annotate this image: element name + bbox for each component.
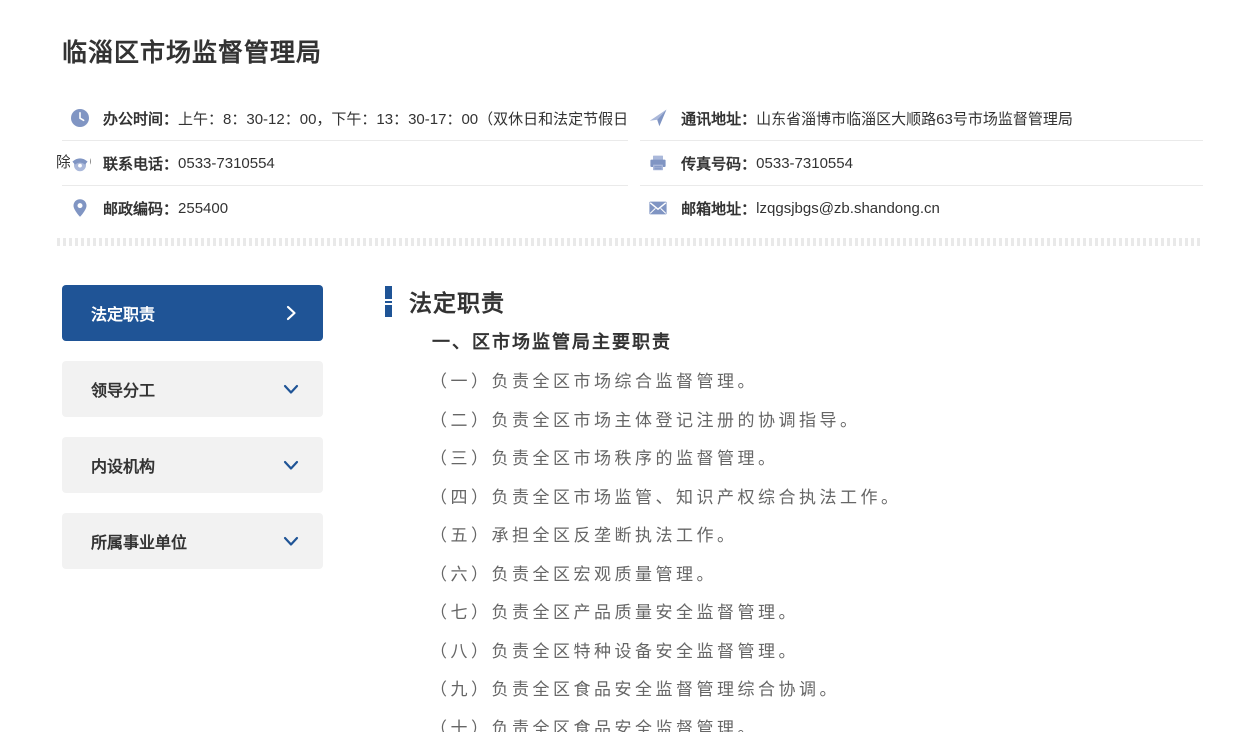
section-accent-bar-icon	[385, 285, 392, 317]
contact-value: 山东省淄博市临淄区大顺路63号市场监督管理局	[756, 110, 1073, 128]
contact-row: 办公时间： 上午：8：30-12：00，下午：13：30-17：00（双休日和法定…	[62, 96, 629, 141]
sidebar-nav: 法定职责领导分工内设机构所属事业单位	[62, 285, 323, 732]
page-title: 临淄区市场监督管理局	[62, 39, 323, 67]
duties-list: （一）负责全区市场综合监督管理。 （二）负责全区市场主体登记注册的协调指导。 （三）…	[430, 363, 1203, 732]
contact-row: 除外）联系电话：0533-7310554	[56, 141, 629, 186]
contact-row: 邮箱地址： lzqgsjbgs@zb.shandong.cn	[640, 186, 1203, 230]
contact-column-right: 通讯地址： 山东省淄博市临淄区大顺路63号市场监督管理局 传真号码： 0533-731…	[640, 96, 1203, 230]
contact-label: 邮政编码：	[103, 200, 179, 218]
duty-item: （九）负责全区食品安全监督管理综合协调。	[430, 680, 840, 699]
sidebar-item-label: 法定职责	[91, 307, 156, 324]
send-icon	[648, 108, 669, 128]
sidebar-item-2[interactable]: 领导分工	[62, 361, 323, 417]
contact-label: 传真号码：	[681, 155, 757, 173]
section-title: 法定职责	[409, 290, 505, 316]
contact-label: 邮箱地址：	[681, 200, 757, 218]
contact-value: 上午：8：30-12：00，下午：13：30-17：00（双休日和法定节假日	[178, 110, 629, 128]
fax-icon	[648, 153, 669, 173]
contact-label: 通讯地址：	[681, 110, 757, 128]
phone-icon	[70, 153, 90, 173]
contact-label: 联系电话：	[103, 155, 179, 173]
sidebar-item-1[interactable]: 法定职责	[62, 285, 323, 341]
envelope-icon	[648, 198, 669, 218]
duty-item: （七）负责全区产品质量安全监督管理。	[430, 603, 799, 622]
contact-value: 0533-7310554	[756, 154, 853, 172]
contact-info-panel: 办公时间： 上午：8：30-12：00，下午：13：30-17：00（双休日和法定…	[56, 96, 1203, 230]
contact-row: 传真号码： 0533-7310554	[640, 141, 1203, 186]
page: 临淄区市场监督管理局 办公时间： 上午：8：30-12：00，下午：13：30-1…	[0, 0, 1260, 732]
chevron-down-icon	[281, 455, 301, 475]
content-area: 法定职责领导分工内设机构所属事业单位 法定职责 一、区市场监管局主要职责 （一）…	[62, 285, 1203, 732]
duty-item: （十）负责全区食品安全监督管理。	[430, 718, 758, 732]
sidebar-item-label: 内设机构	[91, 459, 156, 476]
main-content: 法定职责 一、区市场监管局主要职责 （一）负责全区市场综合监督管理。 （二）负责全…	[385, 285, 1203, 732]
contact-column-left: 办公时间： 上午：8：30-12：00，下午：13：30-17：00（双休日和法定…	[56, 96, 629, 230]
duty-item: （五）承担全区反垄断执法工作。	[430, 526, 738, 545]
contact-row: 通讯地址： 山东省淄博市临淄区大顺路63号市场监督管理局	[640, 96, 1203, 141]
duty-item: （四）负责全区市场监管、知识产权综合执法工作。	[430, 487, 902, 507]
sidebar-item-label: 所属事业单位	[91, 535, 188, 552]
contact-row: 邮政编码： 255400	[62, 186, 628, 230]
contact-value: 255400	[178, 199, 229, 217]
duty-item: （六）负责全区宏观质量管理。	[430, 564, 717, 584]
chevron-down-icon	[281, 379, 301, 399]
chevron-right-icon	[281, 303, 301, 323]
clock-icon	[70, 108, 90, 128]
duty-item: （一）负责全区市场综合监督管理。	[430, 372, 758, 391]
duty-item: （二）负责全区市场主体登记注册的协调指导。	[430, 410, 861, 430]
sidebar-item-3[interactable]: 内设机构	[62, 437, 323, 493]
location-pin-icon	[70, 198, 90, 218]
chevron-down-icon	[281, 531, 301, 551]
contact-label: 办公时间：	[103, 110, 179, 128]
duty-item: （三）负责全区市场秩序的监督管理。	[430, 449, 779, 468]
contact-value: lzqgsjbgs@zb.shandong.cn	[756, 199, 940, 217]
section-divider	[57, 238, 1203, 246]
sidebar-item-label: 领导分工	[91, 383, 156, 400]
contact-value: 0533-7310554	[178, 154, 275, 172]
section-header: 法定职责	[385, 285, 1203, 317]
sidebar-item-4[interactable]: 所属事业单位	[62, 513, 323, 569]
duty-item: （八）负责全区特种设备安全监督管理。	[430, 641, 799, 661]
subsection-title: 一、区市场监管局主要职责	[432, 332, 672, 352]
